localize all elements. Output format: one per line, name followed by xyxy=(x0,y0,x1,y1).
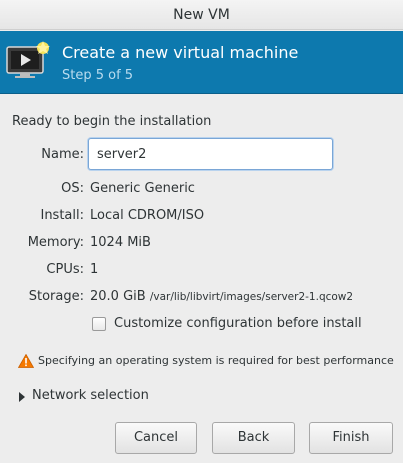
vm-monitor-icon xyxy=(6,41,50,78)
cpus-value: 1 xyxy=(90,262,99,277)
name-label: Name: xyxy=(41,147,84,162)
warning-text: Specifying an operating system is requir… xyxy=(38,354,394,367)
finish-button[interactable]: Finish xyxy=(309,422,393,454)
expander-arrow-icon[interactable] xyxy=(18,392,26,402)
install-value: Local CDROM/ISO xyxy=(90,208,205,223)
title-bar: New VM xyxy=(0,0,403,30)
customize-checkbox[interactable] xyxy=(92,317,106,331)
warning-row: Specifying an operating system is requir… xyxy=(18,353,398,369)
storage-label: Storage: xyxy=(28,289,84,304)
install-label: Install: xyxy=(40,208,84,223)
network-label[interactable]: Network selection xyxy=(32,388,149,403)
storage-path: /var/lib/libvirt/images/server2-1.qcow2 xyxy=(149,291,354,303)
os-value: Generic Generic xyxy=(90,181,195,196)
warning-icon xyxy=(18,354,34,368)
os-label: OS: xyxy=(61,181,84,196)
customize-label[interactable]: Customize configuration before install xyxy=(114,316,362,331)
memory-value: 1024 MiB xyxy=(90,235,151,250)
wizard-title: Create a new virtual machine xyxy=(62,43,299,62)
cpus-label: CPUs: xyxy=(46,262,84,277)
cancel-button[interactable]: Cancel xyxy=(115,422,197,454)
back-button[interactable]: Back xyxy=(212,422,295,454)
wizard-step: Step 5 of 5 xyxy=(62,68,134,83)
window-title: New VM xyxy=(173,7,230,23)
storage-value: 20.0 GiB /var/lib/libvirt/images/server2… xyxy=(90,289,353,304)
name-field[interactable] xyxy=(88,138,333,170)
storage-size: 20.0 GiB xyxy=(90,289,146,304)
summary-heading: Ready to begin the installation xyxy=(12,114,212,129)
wizard-header: Create a new virtual machine Step 5 of 5 xyxy=(0,31,403,94)
memory-label: Memory: xyxy=(27,235,84,250)
